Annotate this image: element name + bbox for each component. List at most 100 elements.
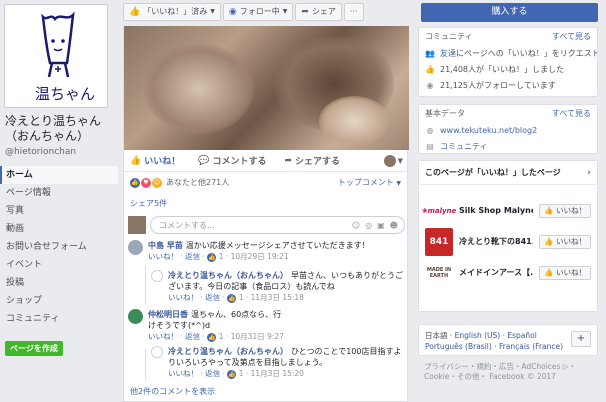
nav-item-contact-form[interactable]: お問い合せフォーム	[0, 238, 118, 256]
create-page-button[interactable]: ページを作成	[5, 341, 63, 356]
comment-reply-link[interactable]: 返信	[205, 293, 220, 302]
share-count-link[interactable]: シェア5件	[130, 198, 167, 209]
invite-friends-link[interactable]: 友達	[440, 49, 456, 58]
nav-item-photos[interactable]: 写真	[0, 202, 118, 220]
comment-author[interactable]: 冷えとり温ちゃん（おんちゃん）	[168, 347, 288, 356]
comment-meta: いいね！ · 返信 · 👍 1 · 11月3日 15:18	[168, 293, 304, 303]
following-button[interactable]: ◉ フォロー中 ▼	[222, 3, 294, 21]
comment-like-link[interactable]: いいね！	[148, 332, 178, 341]
comment-like-count[interactable]: 1	[219, 332, 224, 341]
left-column: 温ちゃん 冷えとり温ちゃん（おんちゃん） @hietorionchan ホーム …	[0, 0, 118, 402]
comment-reply-link[interactable]: 返信	[185, 332, 200, 341]
chevron-down-icon[interactable]: ▼	[398, 157, 403, 165]
language-link[interactable]: Français (France)	[499, 342, 563, 351]
comment-like-count[interactable]: 1	[219, 252, 224, 261]
liked-pages-card: このページが「いいね！」したページ › ❀ malyne Silk Shop Ma…	[418, 160, 598, 312]
buy-button[interactable]: 購入する	[421, 3, 598, 22]
comment-time[interactable]: 11月3日 15:20	[251, 369, 304, 378]
comment-composer: コメントする... ☺ ◎ ▣ ☻	[128, 215, 405, 235]
comment-author[interactable]: 冷えとり温ちゃん（おんちゃん）	[168, 271, 288, 280]
liked-page-item[interactable]: ❀ malyne Silk Shop Malyne 👍 いいね！	[419, 195, 597, 226]
comment-time[interactable]: 11月3日 15:18	[251, 293, 304, 302]
language-link[interactable]: Português (Brasil)	[425, 342, 492, 351]
nav-item-posts[interactable]: 投稿	[0, 274, 118, 292]
camera-icon[interactable]: ◎	[365, 221, 372, 230]
comment-reply-link[interactable]: 返信	[205, 369, 220, 378]
comment-time[interactable]: 10月29日 19:21	[231, 252, 289, 261]
about-see-all-link[interactable]: すべて見る	[552, 108, 591, 119]
liked-page-name[interactable]: メイドインアース【...	[459, 267, 533, 278]
haha-reaction-icon: ☺	[152, 177, 162, 188]
comment-placeholder: コメントする...	[159, 220, 215, 230]
likes-count-text: 21,408人が「いいね！」しました	[440, 64, 564, 74]
liked-page-name[interactable]: Silk Shop Malyne	[459, 206, 533, 215]
language-link[interactable]: English (US)	[455, 331, 501, 340]
card-header: このページが「いいね！」したページ ›	[419, 161, 597, 185]
liked-button[interactable]: 👍 「いいね！」済み ▼	[123, 3, 221, 21]
comment-reply-link[interactable]: 返信	[185, 252, 200, 261]
reply-thread-line	[145, 266, 146, 304]
liked-page-name[interactable]: 冷えとり靴下の841...	[459, 236, 533, 247]
website-row[interactable]: ◍ www.tekuteku.net/blog2	[419, 122, 597, 138]
comment-like-link[interactable]: いいね！	[148, 252, 178, 261]
post-like-button[interactable]: 👍 いいね！	[130, 154, 180, 168]
language-link[interactable]: Español	[507, 331, 536, 340]
current-language: 日本語	[425, 331, 448, 340]
comment-like-link[interactable]: いいね！	[168, 293, 198, 302]
page-title[interactable]: 冷えとり温ちゃん（おんちゃん）	[5, 114, 117, 144]
cat-fur-shape	[144, 44, 254, 134]
chevron-right-icon[interactable]: ›	[587, 168, 591, 178]
post-share-button[interactable]: ➦ シェアする	[284, 154, 340, 168]
page-avatar[interactable]	[151, 346, 163, 358]
comment-body: 冷えとり温ちゃん（おんちゃん） 早苗さん、いつもありがとうございます。今日の記事（…	[168, 270, 403, 292]
chevron-down-icon: ▼	[282, 8, 288, 15]
nav-item-community[interactable]: コミュニティ	[0, 310, 118, 328]
category-row[interactable]: ▤ コミュニティ	[419, 138, 597, 154]
community-see-all-link[interactable]: すべて見る	[552, 31, 591, 42]
more-options-button[interactable]: ···	[343, 3, 364, 21]
comment-time[interactable]: 10月31日 9:27	[231, 332, 284, 341]
page-handle[interactable]: @hietorionchan	[5, 147, 76, 157]
liked-page-item[interactable]: 841 冷えとり靴下の841... 👍 いいね！	[419, 226, 597, 257]
add-language-button[interactable]: +	[571, 331, 591, 347]
comment-like-count[interactable]: 1	[239, 293, 244, 302]
comment-meta: いいね！ · 返信 · 👍 1 · 10月31日 9:27	[148, 332, 284, 342]
commenter-avatar[interactable]	[128, 240, 143, 255]
comment-like-count[interactable]: 1	[239, 369, 244, 378]
commenter-avatar[interactable]	[128, 309, 143, 324]
liked-page-like-button[interactable]: 👍 いいね！	[539, 234, 591, 249]
comment-like-link[interactable]: いいね！	[168, 369, 198, 378]
nav-item-shop[interactable]: ショップ	[0, 292, 118, 310]
nav-item-events[interactable]: イベント	[0, 256, 118, 274]
nav-item-home[interactable]: ホーム	[0, 166, 118, 184]
sticker-icon[interactable]: ☻	[390, 221, 398, 230]
comment-sort-dropdown[interactable]: トップコメント ▼	[338, 177, 401, 188]
profile-picture[interactable]: 温ちゃん	[4, 4, 108, 108]
liked-page-like-button[interactable]: 👍 いいね！	[539, 265, 591, 280]
footer-links[interactable]: プライバシー・規約・広告・AdChoices ▷・Cookie・その他・ Fac…	[424, 362, 600, 382]
post-comment-button[interactable]: 💬 コメントする	[198, 154, 266, 168]
about-title: 基本データ	[425, 109, 465, 118]
reaction-summary[interactable]: 👍 ♥ ☺ あなたと他271人	[130, 177, 229, 188]
more-comments-link[interactable]: 他2件のコメントを表示	[130, 386, 215, 397]
nav-item-videos[interactable]: 動画	[0, 220, 118, 238]
nav-item-about[interactable]: ページ情報	[0, 184, 118, 202]
post-photo[interactable]	[124, 26, 409, 150]
liked-page-item[interactable]: MADE IN EARTH メイドインアース【... 👍 いいね！	[419, 257, 597, 288]
category-link[interactable]: コミュニティ	[440, 141, 488, 152]
comment-sort-label: トップコメント	[337, 178, 394, 187]
page-avatar[interactable]	[151, 270, 163, 282]
invite-friends-row[interactable]: 👥 友達にページへの「いいね！」をリクエスト	[419, 45, 597, 61]
actor-avatar[interactable]	[383, 154, 396, 167]
like-count-icon: 👍	[207, 333, 217, 342]
comment-author[interactable]: 仲松明日香	[148, 310, 188, 319]
page-action-bar: 👍 「いいね！」済み ▼ ◉ フォロー中 ▼ ➦ シェア ···	[123, 3, 364, 21]
share-button[interactable]: ➦ シェア	[295, 3, 342, 21]
comment-input[interactable]: コメントする... ☺ ◎ ▣ ☻	[150, 216, 405, 234]
share-button-label: シェア	[311, 7, 336, 16]
gif-icon[interactable]: ▣	[377, 221, 385, 230]
liked-page-like-button[interactable]: 👍 いいね！	[539, 203, 591, 218]
website-link[interactable]: www.tekuteku.net/blog2	[440, 126, 537, 135]
emoji-icon[interactable]: ☺	[352, 221, 360, 230]
comment-author[interactable]: 中島 早苗	[148, 241, 183, 250]
